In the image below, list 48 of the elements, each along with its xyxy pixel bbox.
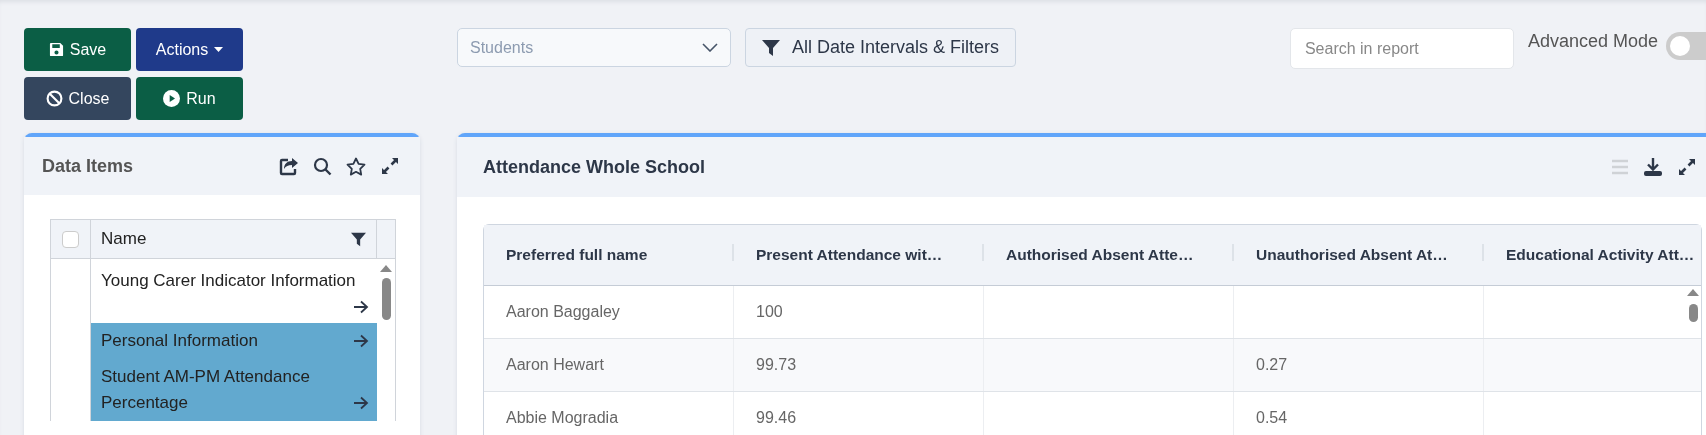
share-icon[interactable] [279, 156, 299, 176]
caret-icon [214, 47, 224, 52]
table-cell: Aaron Hewart [506, 356, 604, 374]
search-icon[interactable] [313, 156, 332, 176]
column-header[interactable]: Educational Activity Att… [1484, 225, 1706, 285]
filter-icon [762, 38, 780, 57]
play-circle-icon [163, 90, 181, 107]
panel-title: Attendance Whole School [483, 156, 705, 178]
close-button[interactable]: Close [24, 77, 131, 120]
download-icon[interactable] [1643, 157, 1663, 177]
chevron-down-icon [702, 43, 718, 52]
expand-icon[interactable] [1677, 157, 1697, 177]
data-item-label: Student AM-PM Attendance Percentage [101, 367, 310, 412]
filter-icon[interactable] [351, 231, 366, 247]
scroll-up-icon[interactable] [380, 265, 392, 272]
table-cell: 99.46 [756, 409, 797, 427]
scrollbar-thumb[interactable] [1688, 304, 1698, 322]
data-item[interactable]: Personal Information [91, 323, 377, 359]
select-all-checkbox[interactable] [62, 230, 79, 248]
data-item-label: Personal Information [101, 331, 258, 350]
run-button[interactable]: Run [136, 77, 243, 120]
advanced-mode-label: Advanced Mode [1527, 31, 1658, 52]
star-icon[interactable] [346, 156, 366, 176]
table-cell: 99.73 [756, 356, 797, 374]
data-item[interactable]: Young Carer Indicator Information [91, 259, 377, 323]
column-header[interactable]: Authorised Absent Atte… [984, 225, 1234, 285]
table-cell: Abbie Mogradia [506, 409, 619, 427]
arrow-right-icon[interactable] [353, 300, 369, 314]
table-cell: Aaron Baggaley [506, 303, 620, 321]
panel-title: Data Items [42, 155, 134, 177]
scrollbar-thumb[interactable] [381, 278, 391, 320]
data-item-label: Young Carer Indicator Information [101, 271, 356, 290]
ban-icon [45, 90, 63, 107]
advanced-mode-toggle[interactable] [1666, 32, 1706, 60]
expand-icon[interactable] [380, 156, 400, 176]
save-button[interactable]: Save [24, 28, 131, 71]
table-cell: 0.54 [1256, 409, 1288, 427]
column-header[interactable]: Present Attendance wit… [734, 225, 984, 285]
table-cell: 100 [756, 303, 783, 321]
column-header: Name [101, 229, 147, 249]
filters-button[interactable]: All Date Intervals & Filters [745, 28, 1017, 67]
search-field[interactable]: Search in report [1289, 28, 1514, 69]
column-header[interactable]: Preferred full name [484, 225, 734, 285]
scroll-up-icon[interactable] [1687, 289, 1699, 296]
actions-button[interactable]: Actions [136, 28, 243, 71]
column-header[interactable]: Unauthorised Absent At… [1234, 225, 1484, 285]
data-item[interactable]: Student AM-PM Attendance Percentage [91, 359, 377, 421]
table-cell: 0.27 [1256, 356, 1288, 374]
